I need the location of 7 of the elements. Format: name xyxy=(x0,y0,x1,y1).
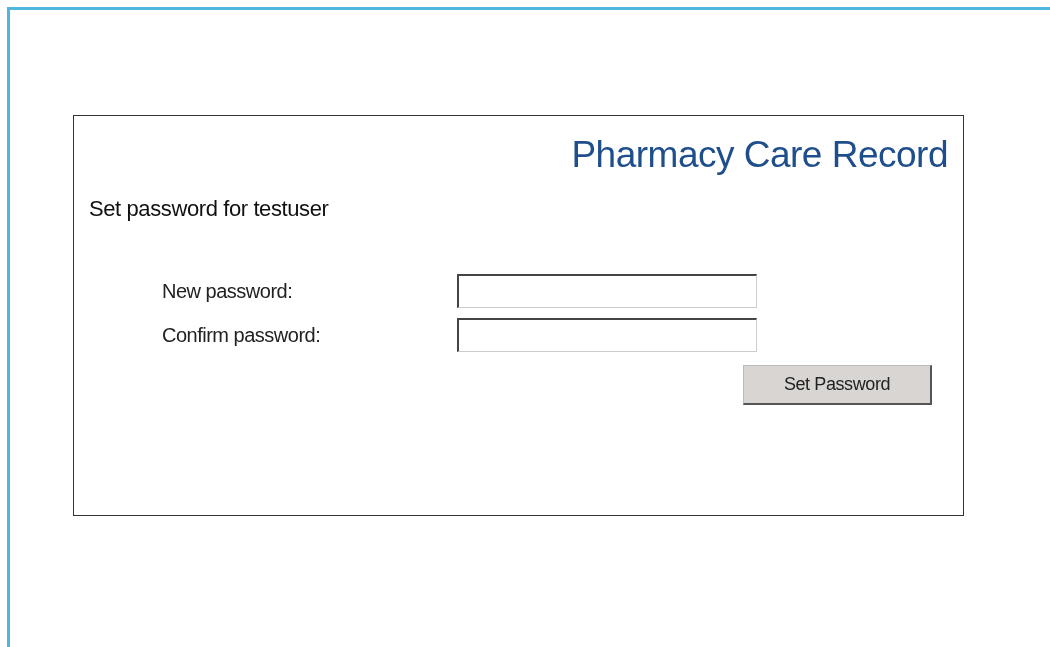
set-password-button[interactable]: Set Password xyxy=(743,365,932,405)
password-field[interactable] xyxy=(457,274,757,308)
app-title: Pharmacy Care Record xyxy=(571,134,948,176)
password-field[interactable] xyxy=(457,318,757,352)
field-label: New password: xyxy=(162,279,294,303)
form-heading: Set password for testuser xyxy=(89,196,329,222)
field-label: Confirm password: xyxy=(162,323,322,347)
